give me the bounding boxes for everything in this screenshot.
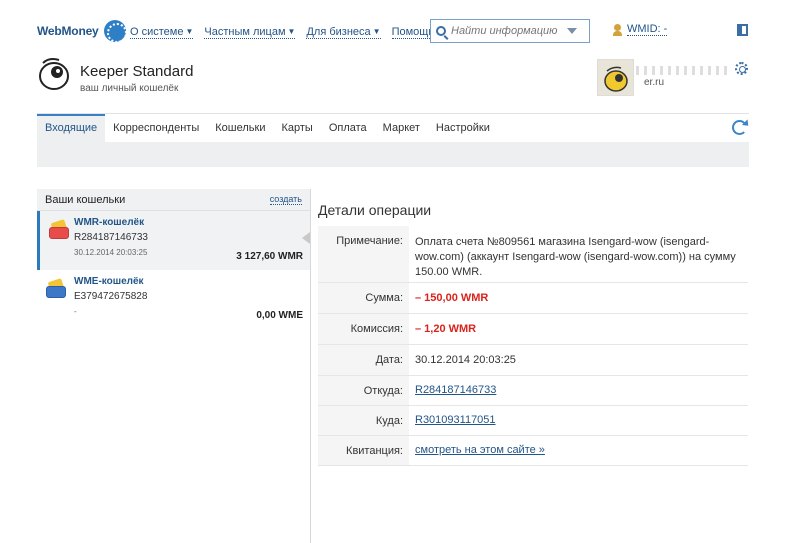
search-icon[interactable] <box>436 26 446 36</box>
gear-icon[interactable] <box>735 62 748 75</box>
nav-private[interactable]: Частным лицам ▼ <box>204 26 296 39</box>
chevron-down-icon: ▼ <box>372 27 381 36</box>
refresh-icon[interactable] <box>732 120 747 135</box>
tabs-bar: Входящие Корреспонденты Кошельки Карты О… <box>37 113 749 167</box>
tab-cards[interactable]: Карты <box>273 114 320 142</box>
from-wallet-link[interactable]: R284187146733 <box>415 384 496 396</box>
exit-icon[interactable] <box>737 24 748 36</box>
wallet-icon <box>49 219 71 239</box>
detail-row-from: Откуда: R284187146733 <box>318 376 748 406</box>
nav-about-label: О системе <box>130 26 184 38</box>
wallet-wmr[interactable]: WMR-кошелёк R284187146733 30.12.2014 20:… <box>37 211 310 270</box>
detail-row-amount: Сумма: – 150,00 WMR <box>318 283 748 314</box>
avatar-image-icon <box>604 66 628 92</box>
nav-about[interactable]: О системе ▼ <box>130 26 194 39</box>
wallet-icon <box>46 278 68 298</box>
user-menu[interactable]: WMID: - <box>613 23 668 36</box>
wallet-name: WME-кошелёк <box>74 276 144 287</box>
wallets-panel: Ваши кошельки создать WMR-кошелёк R28418… <box>37 189 310 543</box>
detail-row-receipt: Квитанция: смотреть на этом сайте » <box>318 436 748 466</box>
detail-label: Примечание: <box>318 226 409 282</box>
detail-label: Комиссия: <box>318 314 409 344</box>
detail-value: – 1,20 WMR <box>415 322 477 335</box>
selection-notch <box>302 232 310 244</box>
nav-help-label: Помощь <box>391 26 435 38</box>
detail-row-fee: Комиссия: – 1,20 WMR <box>318 314 748 345</box>
detail-label: Дата: <box>318 345 409 375</box>
create-wallet-link[interactable]: создать <box>269 194 302 205</box>
wallet-number: E379472675828 <box>74 291 148 302</box>
details-title: Детали операции <box>318 202 432 218</box>
wallet-name: WMR-кошелёк <box>74 217 145 228</box>
wallet-balance: 0,00 WME <box>256 310 303 321</box>
nav-business[interactable]: Для бизнеса ▼ <box>306 26 381 39</box>
wallet-wme[interactable]: WME-кошелёк E379472675828 - 0,00 WME <box>37 270 310 329</box>
chevron-down-icon: ▼ <box>185 27 194 36</box>
hidden-account-id <box>636 66 728 75</box>
account-caption: er.ru <box>644 77 665 88</box>
detail-row-date: Дата: 30.12.2014 20:03:25 <box>318 345 748 376</box>
avatar[interactable] <box>597 59 634 96</box>
tab-wallets[interactable]: Кошельки <box>207 114 273 142</box>
nav-private-label: Частным лицам <box>204 26 286 38</box>
panel-divider <box>310 189 311 543</box>
detail-row-note: Примечание: Оплата счета №809561 магазин… <box>318 226 748 283</box>
wallets-header: Ваши кошельки создать <box>37 189 310 211</box>
detail-value: – 150,00 WMR <box>415 291 489 304</box>
webmoney-logo[interactable]: WebMoney <box>37 20 126 42</box>
tab-incoming[interactable]: Входящие <box>37 114 106 142</box>
search-box <box>430 19 590 43</box>
detail-row-to: Куда: R301093117051 <box>318 406 748 436</box>
tab-correspondents[interactable]: Корреспонденты <box>105 114 207 142</box>
wallet-number: R284187146733 <box>74 232 148 243</box>
detail-label: Откуда: <box>318 376 409 405</box>
keeper-title: Keeper Standard <box>80 63 194 80</box>
top-nav: О системе ▼ Частным лицам ▼ Для бизнеса ▼ П… <box>130 26 455 39</box>
top-bar: WebMoney О системе ▼ Частным лицам ▼ Для б… <box>0 0 800 52</box>
wallets-title: Ваши кошельки <box>45 193 126 206</box>
chevron-down-icon: ▼ <box>287 27 296 36</box>
detail-label: Куда: <box>318 406 409 435</box>
keeper-subtitle: ваш личный кошелёк <box>80 83 179 94</box>
search-input[interactable] <box>451 25 561 37</box>
globe-icon <box>103 20 126 42</box>
user-name: WMID: - <box>627 23 668 36</box>
keeper-logo-icon <box>39 58 69 90</box>
to-wallet-link[interactable]: R301093117051 <box>415 414 496 426</box>
tab-market[interactable]: Маркет <box>375 114 428 142</box>
detail-value: Оплата счета №809561 магазина Isengard-w… <box>415 236 736 278</box>
user-icon <box>613 24 622 36</box>
detail-value: 30.12.2014 20:03:25 <box>415 353 516 366</box>
tabs: Входящие Корреспонденты Кошельки Карты О… <box>37 114 749 142</box>
details-table: Примечание: Оплата счета №809561 магазин… <box>318 226 748 466</box>
search-dropdown-icon[interactable] <box>567 28 577 34</box>
logo-text: WebMoney <box>37 24 99 38</box>
wallet-balance: 3 127,60 WMR <box>236 251 303 262</box>
detail-label: Сумма: <box>318 283 409 313</box>
detail-label: Квитанция: <box>318 436 409 465</box>
tab-settings[interactable]: Настройки <box>428 114 498 142</box>
tab-payment[interactable]: Оплата <box>321 114 375 142</box>
nav-business-label: Для бизнеса <box>306 26 371 38</box>
receipt-link[interactable]: смотреть на этом сайте » <box>415 444 545 456</box>
